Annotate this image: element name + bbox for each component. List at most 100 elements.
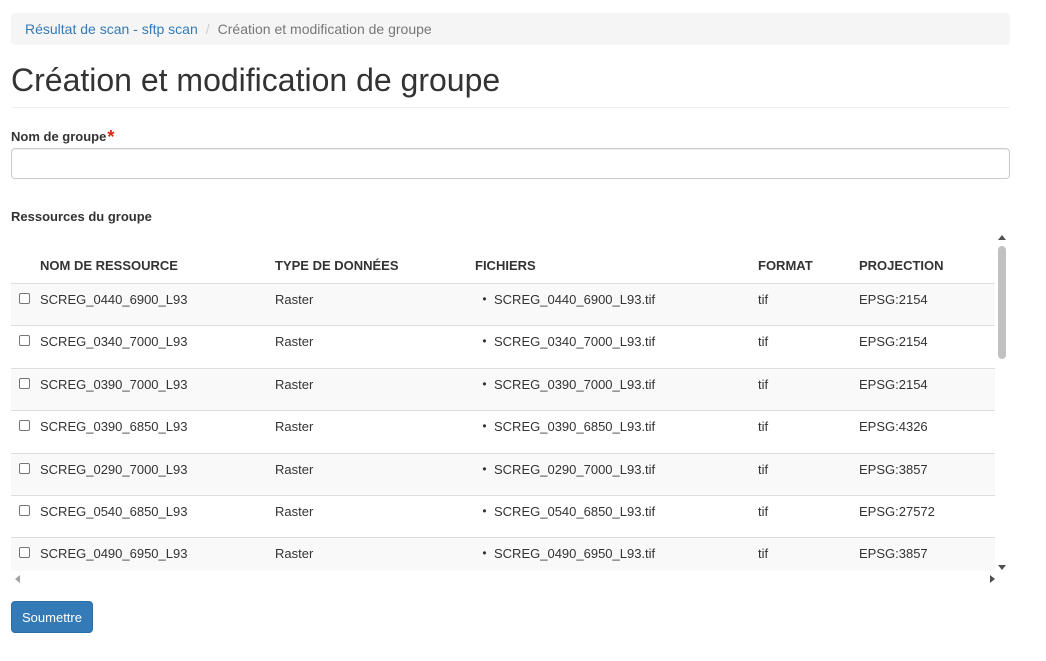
file-list-item: • SCREG_0390_6850_L93.tif (475, 419, 758, 434)
resource-name-cell: SCREG_0490_6950_L93 (40, 537, 275, 571)
projection-cell: EPSG:3857 (859, 453, 995, 496)
group-name-label-text: Nom de groupe (11, 129, 107, 144)
data-type-cell: Raster (275, 325, 475, 369)
file-list-item: • SCREG_0290_7000_L93.tif (475, 462, 758, 477)
header-format[interactable]: FORMAT (758, 234, 859, 284)
table-row: SCREG_0340_7000_L93 Raster • SCREG_0340_700… (11, 325, 995, 369)
title-divider (11, 107, 1010, 108)
bullet-icon: • (482, 334, 487, 349)
resources-table-container: NOM DE RESSOURCE TYPE DE DONNÉES FICHIER… (11, 234, 1010, 587)
files-cell: • SCREG_0440_6900_L93.tif (475, 283, 758, 327)
breadcrumb: Résultat de scan - sftp scan / Création … (11, 13, 1010, 45)
format-cell: tif (758, 283, 859, 327)
submit-button[interactable]: Soumettre (11, 601, 93, 633)
resource-name-cell: SCREG_0440_6900_L93 (40, 283, 275, 327)
files-cell: • SCREG_0340_7000_L93.tif (475, 325, 758, 369)
row-select-cell (11, 283, 40, 327)
resources-table: NOM DE RESSOURCE TYPE DE DONNÉES FICHIER… (11, 234, 995, 571)
table-row: SCREG_0540_6850_L93 Raster • SCREG_0540_685… (11, 495, 995, 539)
row-checkbox[interactable] (19, 377, 30, 389)
table-row: SCREG_0390_7000_L93 Raster • SCREG_0390_700… (11, 368, 995, 412)
row-select-cell (11, 368, 40, 412)
resources-table-viewport: NOM DE RESSOURCE TYPE DE DONNÉES FICHIER… (11, 234, 995, 571)
projection-cell: EPSG:2154 (859, 325, 995, 369)
header-select (11, 234, 40, 284)
projection-cell: EPSG:3857 (859, 537, 995, 571)
file-list-item: • SCREG_0540_6850_L93.tif (475, 504, 758, 519)
resource-name-cell: SCREG_0390_6850_L93 (40, 410, 275, 454)
breadcrumb-link-scan-result[interactable]: Résultat de scan - sftp scan (25, 21, 198, 37)
row-checkbox[interactable] (19, 462, 30, 474)
row-select-cell (11, 537, 40, 571)
bullet-icon: • (482, 461, 487, 476)
group-name-input[interactable] (11, 148, 1010, 179)
resource-name-cell: SCREG_0540_6850_L93 (40, 495, 275, 539)
row-select-cell (11, 453, 40, 496)
resources-label: Ressources du groupe (11, 209, 152, 224)
row-checkbox[interactable] (19, 293, 30, 304)
data-type-cell: Raster (275, 537, 475, 571)
file-list-item: • SCREG_0390_7000_L93.tif (475, 377, 758, 392)
resource-name-cell: SCREG_0340_7000_L93 (40, 325, 275, 369)
required-marker: * (107, 127, 115, 147)
format-cell: tif (758, 368, 859, 412)
files-cell: • SCREG_0540_6850_L93.tif (475, 495, 758, 539)
files-cell: • SCREG_0290_7000_L93.tif (475, 453, 758, 496)
table-header: NOM DE RESSOURCE TYPE DE DONNÉES FICHIER… (11, 234, 995, 284)
resource-name-cell: SCREG_0390_7000_L93 (40, 368, 275, 412)
scroll-down-arrow-icon[interactable] (998, 565, 1006, 570)
file-list-item: • SCREG_0440_6900_L93.tif (475, 292, 758, 307)
format-cell: tif (758, 325, 859, 369)
group-name-label: Nom de groupe* (11, 125, 115, 147)
header-data-type[interactable]: TYPE DE DONNÉES (275, 234, 475, 284)
page-title: Création et modification de groupe (11, 62, 501, 98)
file-name: SCREG_0390_6850_L93.tif (494, 419, 656, 435)
header-files[interactable]: FICHIERS (475, 234, 758, 284)
row-select-cell (11, 495, 40, 539)
file-name: SCREG_0490_6950_L93.tif (494, 546, 656, 562)
header-projection[interactable]: PROJECTION (859, 234, 995, 284)
vertical-scrollbar[interactable] (995, 234, 1010, 571)
file-name: SCREG_0340_7000_L93.tif (494, 334, 656, 350)
row-checkbox[interactable] (19, 504, 30, 516)
header-resource-name[interactable]: NOM DE RESSOURCE (40, 234, 275, 284)
data-type-cell: Raster (275, 495, 475, 539)
table-row: SCREG_0490_6950_L93 Raster • SCREG_0490_695… (11, 537, 995, 571)
projection-cell: EPSG:2154 (859, 283, 995, 327)
vertical-scroll-thumb[interactable] (998, 246, 1006, 359)
data-type-cell: Raster (275, 410, 475, 454)
file-name: SCREG_0390_7000_L93.tif (494, 376, 656, 392)
bullet-icon: • (482, 376, 487, 391)
projection-cell: EPSG:27572 (859, 495, 995, 539)
breadcrumb-separator: / (205, 21, 210, 37)
file-list-item: • SCREG_0340_7000_L93.tif (475, 334, 758, 349)
breadcrumb-current: Création et modification de groupe (217, 21, 432, 37)
bullet-icon: • (482, 546, 487, 561)
row-select-cell (11, 325, 40, 369)
files-cell: • SCREG_0390_7000_L93.tif (475, 368, 758, 412)
projection-cell: EPSG:2154 (859, 368, 995, 412)
bullet-icon: • (482, 419, 487, 434)
row-checkbox[interactable] (19, 547, 30, 559)
files-cell: • SCREG_0390_6850_L93.tif (475, 410, 758, 454)
format-cell: tif (758, 410, 859, 454)
row-checkbox[interactable] (19, 335, 30, 347)
scroll-left-arrow-icon[interactable] (15, 575, 20, 583)
format-cell: tif (758, 453, 859, 496)
data-type-cell: Raster (275, 368, 475, 412)
scroll-right-arrow-icon[interactable] (990, 575, 995, 583)
row-checkbox[interactable] (19, 420, 30, 432)
bullet-icon: • (482, 292, 487, 306)
table-body: SCREG_0440_6900_L93 Raster • SCREG_0440_690… (11, 283, 995, 571)
format-cell: tif (758, 537, 859, 571)
table-header-row: NOM DE RESSOURCE TYPE DE DONNÉES FICHIER… (11, 234, 995, 284)
file-name: SCREG_0290_7000_L93.tif (494, 461, 656, 477)
data-type-cell: Raster (275, 283, 475, 327)
row-select-cell (11, 410, 40, 454)
scroll-up-arrow-icon[interactable] (998, 235, 1006, 240)
horizontal-scrollbar[interactable] (11, 571, 995, 587)
projection-cell: EPSG:4326 (859, 410, 995, 454)
resource-name-cell: SCREG_0290_7000_L93 (40, 453, 275, 496)
file-name: SCREG_0540_6850_L93.tif (494, 503, 656, 519)
table-row: SCREG_0440_6900_L93 Raster • SCREG_0440_690… (11, 283, 995, 327)
